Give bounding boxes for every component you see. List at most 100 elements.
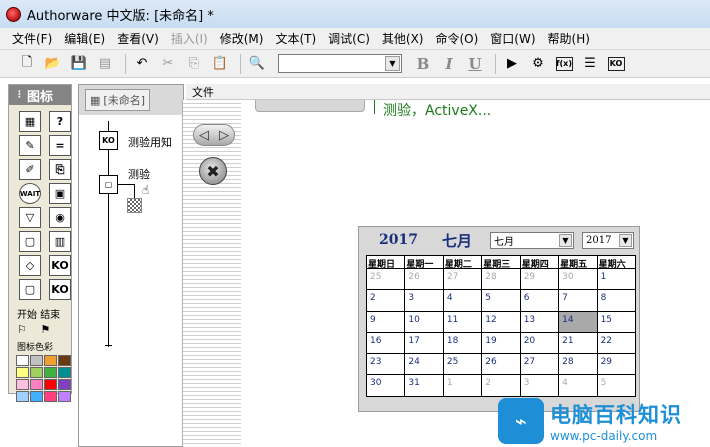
menu-item[interactable]: 编辑(E) [58,30,111,47]
calendar-day[interactable]: 27 [520,354,560,376]
run-icon[interactable]: ▶ [501,53,523,75]
menu-item[interactable]: 窗口(W) [484,30,541,47]
calendar-day[interactable]: 29 [597,354,636,376]
wait-icon[interactable]: = [49,135,71,156]
month-select[interactable]: 七月 ▼ [489,231,574,249]
calculation-icon[interactable]: ▽ [19,207,41,228]
palette-header[interactable]: ⋮ 图标 [9,85,71,105]
map-icon[interactable]: ◉ [49,207,71,228]
color-swatch[interactable] [16,391,29,402]
sound-icon[interactable]: ▥ [49,231,71,252]
color-swatch[interactable] [58,391,71,402]
calendar-day[interactable]: 10 [405,311,444,333]
functions-icon[interactable]: f(x) [553,53,575,75]
calendar-day[interactable]: 22 [597,332,636,355]
framework-icon[interactable]: ⎘ [49,159,71,180]
year-select[interactable]: 2017 ▼ [581,231,634,249]
paste-icon[interactable]: 📋 [209,53,231,75]
calendar-day[interactable]: 28 [482,269,521,291]
calendar-day[interactable]: 23 [367,354,406,376]
calendar-day[interactable]: 3 [520,375,560,397]
calendar-day[interactable]: 26 [482,354,521,376]
calendar-day[interactable]: 16 [367,332,406,355]
calendar-day[interactable]: 5 [482,290,521,312]
color-swatch[interactable] [16,355,29,366]
calendar-day[interactable]: 3 [405,290,444,312]
calendar-day[interactable]: 12 [482,311,521,333]
text-style-select[interactable]: ▼ [278,54,402,73]
calendar-day[interactable]: 15 [597,311,636,333]
calendar-day[interactable]: 26 [405,269,444,291]
calendar-day[interactable]: 7 [559,290,598,312]
calendar-day[interactable]: 5 [597,375,636,397]
open-file-icon[interactable]: 📂 [42,53,64,75]
calendar-day[interactable]: 9 [367,311,406,333]
next-arrow-icon[interactable]: ▷ [219,128,229,143]
calendar-day[interactable]: 2 [482,375,521,397]
calendar-day[interactable]: 2 [367,290,406,312]
chevron-down-icon[interactable]: ▼ [385,56,400,71]
framework-flow-icon[interactable]: ▢ [99,175,118,194]
calendar-day[interactable]: 20 [520,332,560,355]
flow-item-label[interactable]: 测验用知 [128,134,172,150]
color-swatch[interactable] [30,379,43,390]
authorware-app-icon[interactable] [6,6,21,22]
menu-item[interactable]: 文件(F) [6,30,58,47]
flow-item-label[interactable]: 测验 [128,166,150,182]
end-flag-icon[interactable]: ⚑ [40,323,50,336]
calendar-day[interactable]: 31 [405,375,444,397]
undo-icon[interactable]: ↶ [131,53,153,75]
find-icon[interactable]: 🔍 [246,53,268,75]
color-swatch[interactable] [58,355,71,366]
calendar-day[interactable]: 19 [482,332,521,355]
calendar-day[interactable]: 30 [559,269,598,291]
calendar-day-selected[interactable]: 14 [559,311,598,333]
color-swatch[interactable] [44,379,57,390]
calendar-day[interactable]: 30 [367,375,406,397]
menu-item[interactable]: 修改(M) [214,30,270,47]
calendar-day[interactable]: 1 [597,269,636,291]
menu-item[interactable]: 调试(C) [322,30,376,47]
menu-item[interactable]: 帮助(H) [542,30,596,47]
import-icon[interactable]: ▤ [94,53,116,75]
knowledge-object-flow-icon[interactable]: KO [99,131,118,150]
color-swatch[interactable] [30,355,43,366]
calendar-day[interactable]: 8 [597,290,636,312]
exit-button[interactable]: ✖ [199,157,227,185]
menu-item[interactable]: 文本(T) [269,30,322,47]
design-tab[interactable]: ▦ [未命名] [85,89,150,111]
chevron-down-icon[interactable]: ▼ [558,233,572,247]
start-flag-icon[interactable]: ⚐ [17,323,27,336]
hand-pointer-icon[interactable]: ☝ [142,183,149,197]
display-icon[interactable]: ▦ [19,111,41,132]
decision-icon[interactable]: WAIT [19,183,41,204]
calendar-day[interactable]: 27 [443,269,483,291]
color-swatch[interactable] [16,367,29,378]
calendar-day[interactable]: 21 [559,332,598,355]
frame-icon[interactable]: ▢ [19,279,41,300]
color-swatch[interactable] [58,379,71,390]
calendar-day[interactable]: 11 [443,311,483,333]
calendar-day[interactable]: 18 [443,332,483,355]
copy-icon[interactable]: ⎘ [183,53,205,75]
menu-item[interactable]: 命令(O) [429,30,484,47]
color-swatch[interactable] [16,379,29,390]
save-all-icon[interactable]: 💾 [68,53,90,75]
prev-next-nav[interactable]: ◁ ▷ [193,124,235,146]
navigate-icon[interactable]: ✐ [19,159,41,180]
erase-icon[interactable]: ✎ [19,135,41,156]
calendar-day[interactable]: 29 [520,269,560,291]
calendar-day[interactable]: 4 [443,290,483,312]
calendar-day[interactable]: 24 [405,354,444,376]
calendar-day[interactable]: 25 [367,269,406,291]
calendar-day[interactable]: 25 [443,354,483,376]
chevron-down-icon[interactable]: ▼ [618,233,632,247]
interaction-icon[interactable]: ▣ [49,183,71,204]
variables-icon[interactable]: ☰ [579,53,601,75]
underline-button[interactable]: U [464,53,486,75]
digital-movie-icon[interactable]: ▢ [19,231,41,252]
video-icon[interactable]: ◇ [19,255,41,276]
new-file-icon[interactable]: 🗋 [16,53,38,75]
calendar-day[interactable]: 13 [520,311,560,333]
color-swatch[interactable] [44,355,57,366]
